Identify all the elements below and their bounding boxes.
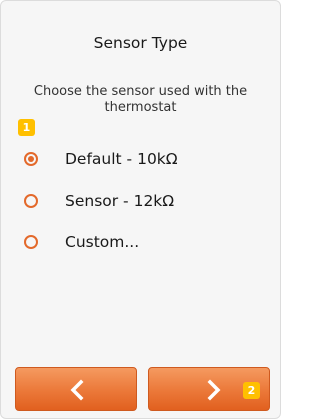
option-default-10k[interactable]: Default - 10kΩ (24, 148, 178, 170)
radio-button[interactable] (24, 194, 38, 208)
step-badge-1: 1 (18, 119, 35, 136)
option-sensor-12k[interactable]: Sensor - 12kΩ (24, 190, 174, 212)
page-description: Choose the sensor used with the thermost… (33, 84, 248, 115)
chevron-left-icon (70, 379, 84, 401)
option-label: Sensor - 12kΩ (65, 192, 175, 210)
radio-button[interactable] (24, 235, 38, 249)
sensor-type-screen: Sensor Type Choose the sensor used with … (0, 0, 281, 419)
step-badge-2: 2 (243, 382, 260, 399)
option-label: Custom... (65, 233, 140, 251)
next-button[interactable]: 2 (148, 367, 270, 411)
option-custom[interactable]: Custom... (24, 231, 139, 253)
radio-button-selected[interactable] (24, 152, 38, 166)
chevron-right-icon (207, 379, 221, 401)
option-label: Default - 10kΩ (65, 150, 178, 168)
page-title: Sensor Type (93, 34, 188, 52)
back-button[interactable] (15, 367, 137, 411)
